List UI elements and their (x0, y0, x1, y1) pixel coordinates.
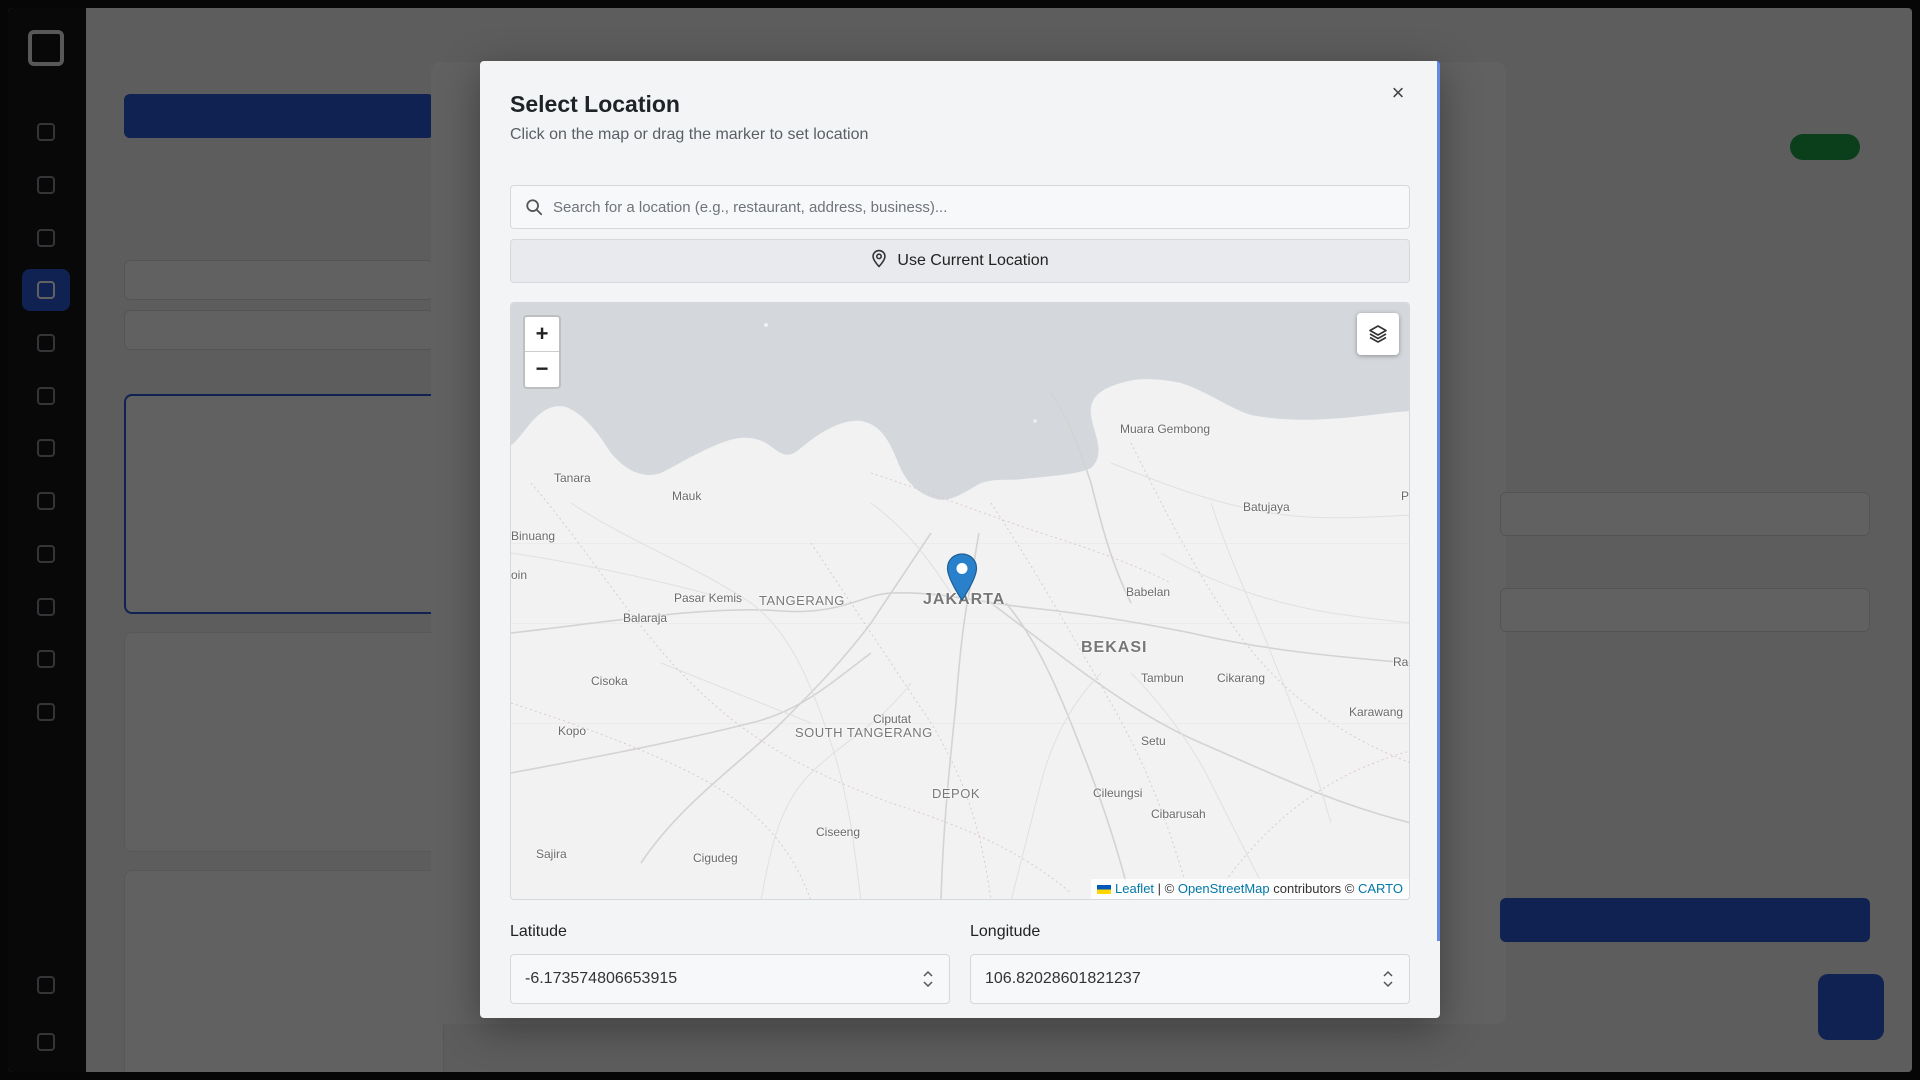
map-label: Binuang (511, 529, 556, 543)
map-label: Setu (1141, 734, 1166, 748)
location-search-input[interactable] (553, 186, 1393, 228)
close-icon[interactable]: × (1384, 79, 1412, 107)
map-label: Cileungsi (1093, 786, 1143, 800)
number-stepper-icon[interactable] (1381, 968, 1395, 990)
longitude-input[interactable] (985, 955, 1365, 1003)
select-location-modal: Select Location Click on the map or drag… (480, 61, 1440, 1018)
location-search[interactable] (510, 185, 1410, 229)
map-label: Cikarang (1217, 671, 1266, 685)
attribution-separator: | © (1154, 881, 1178, 896)
map-label: oin (511, 568, 528, 582)
leaflet-link[interactable]: Leaflet (1115, 881, 1154, 896)
latitude-label: Latitude (510, 923, 567, 940)
map-label: Sajira (536, 847, 567, 861)
map-label: Pasar Kemis (674, 591, 743, 605)
map-label: TANGERANG (759, 593, 845, 608)
map-label: Tambun (1141, 671, 1184, 685)
map-label: DEPOK (932, 786, 981, 801)
map-label: Batujaya (1243, 500, 1290, 514)
location-map[interactable]: Muara Gembong Tanara Mauk Batujaya P Bin… (510, 302, 1410, 900)
modal-scrollbar[interactable] (1437, 61, 1440, 941)
map-label: Ciputat (873, 712, 912, 726)
ukraine-flag-icon (1097, 885, 1111, 895)
use-current-location-button[interactable]: Use Current Location (510, 239, 1410, 283)
attribution-contributors: contributors © (1269, 881, 1358, 896)
map-label: P (1401, 489, 1410, 503)
longitude-field[interactable] (970, 954, 1410, 1004)
carto-link[interactable]: CARTO (1358, 881, 1403, 896)
latitude-field[interactable] (510, 954, 950, 1004)
layers-icon (1369, 325, 1387, 343)
openstreetmap-link[interactable]: OpenStreetMap (1178, 881, 1270, 896)
layers-button[interactable] (1357, 313, 1399, 355)
map-label: Kopo (558, 724, 587, 738)
search-icon (526, 199, 543, 216)
map-label: Tanara (554, 471, 591, 485)
zoom-out-button[interactable]: − (525, 352, 559, 387)
map-label: Ciseeng (816, 825, 861, 839)
modal-title: Select Location (510, 91, 680, 117)
map-label: Muara Gembong (1120, 422, 1211, 436)
use-current-location-label: Use Current Location (897, 252, 1049, 269)
map-label: Cigudeg (693, 851, 738, 865)
map-pin-icon (872, 250, 887, 268)
map-label: Karawang (1349, 705, 1404, 719)
map-label: Balaraja (623, 611, 668, 625)
latitude-input[interactable] (525, 955, 905, 1003)
map-label: Babelan (1126, 585, 1171, 599)
zoom-in-button[interactable]: + (525, 317, 559, 352)
map-label: Ra (1393, 655, 1409, 669)
number-stepper-icon[interactable] (921, 968, 935, 990)
map-label: BEKASI (1081, 639, 1148, 656)
longitude-label: Longitude (970, 923, 1041, 940)
map-label: Cibarusah (1151, 807, 1206, 821)
map-label: SOUTH TANGERANG (795, 725, 933, 740)
map-attribution: Leaflet | © OpenStreetMap contributors ©… (1091, 879, 1409, 899)
map-label: Cisoka (591, 674, 628, 688)
map-pin-icon[interactable] (946, 553, 978, 601)
modal-subtitle: Click on the map or drag the marker to s… (510, 126, 869, 143)
map-label: Mauk (672, 489, 702, 503)
zoom-control: + − (523, 315, 561, 389)
